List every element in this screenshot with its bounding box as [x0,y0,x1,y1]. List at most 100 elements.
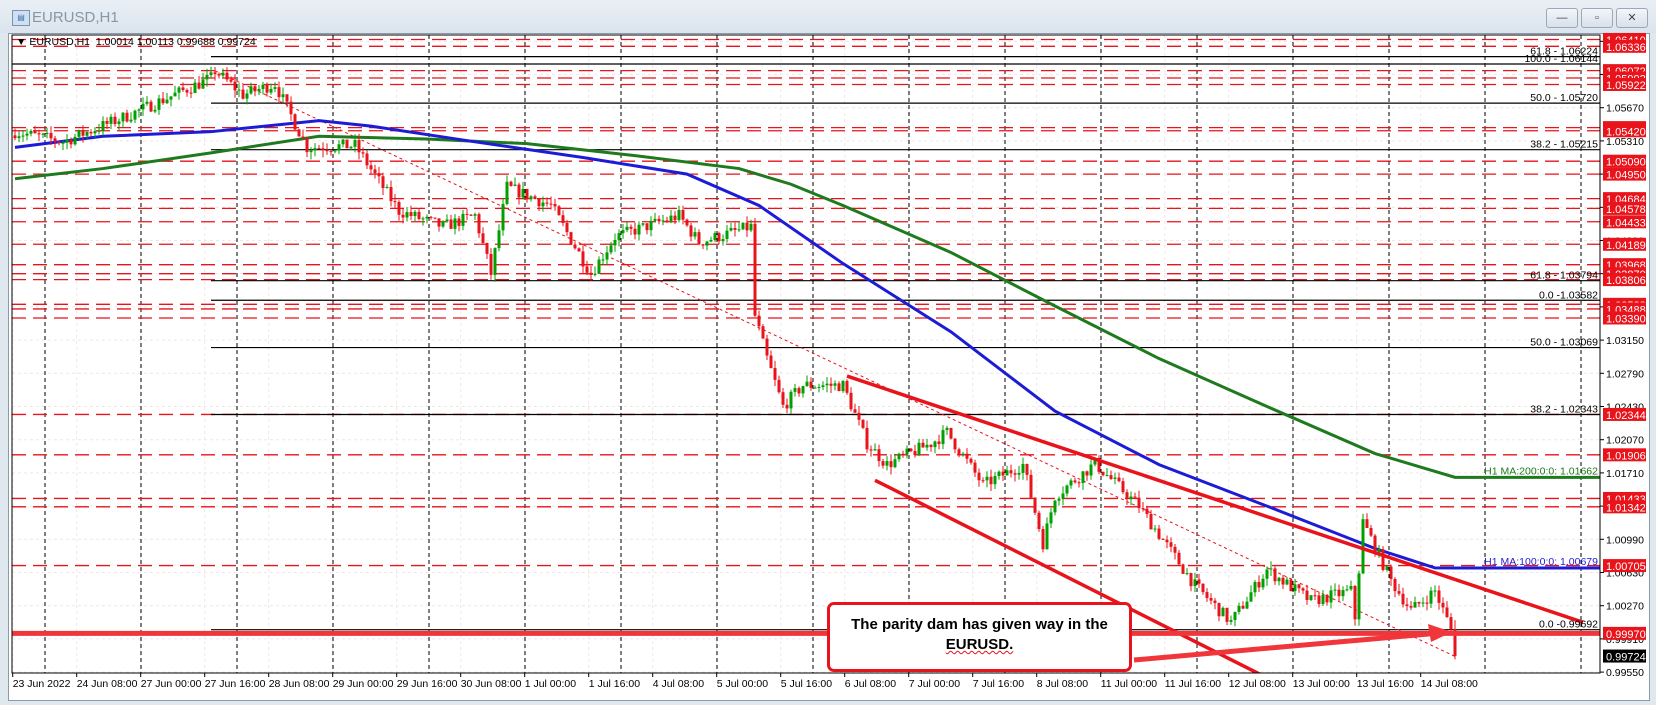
candle [333,149,337,154]
candle [1317,591,1321,608]
candle-body [1013,473,1017,475]
candle-body [81,130,85,136]
candle [377,166,381,184]
candle-body [1277,577,1281,582]
candle-body [893,459,897,468]
candle-body [405,212,409,218]
candle [381,172,385,196]
candle-body [869,449,873,451]
candle [761,323,765,339]
channel-upper-line [846,374,1584,624]
candle-body [717,233,721,242]
candle-body [449,219,453,229]
candle [1261,574,1265,591]
candle-body [13,135,17,139]
candle-body [245,93,249,99]
candle [1393,577,1397,598]
candle-body [305,138,309,153]
candle-body [997,471,1001,477]
candle-body [45,132,49,134]
candle [797,386,801,397]
candle [1077,480,1081,488]
candle-body [157,98,161,110]
candle-body [629,226,633,229]
candle [1049,508,1053,529]
candle [705,240,709,251]
collapse-arrow-icon[interactable]: ▼ [16,36,26,48]
candle [281,87,285,103]
candle [829,377,833,394]
candle-body [285,94,289,102]
level-price-label-text: 1.05420 [1606,126,1646,138]
candle [1045,517,1049,550]
candle-body [857,412,861,420]
candle [873,443,877,451]
candle-body [1365,519,1369,528]
candle-body [297,129,301,137]
candle [89,129,93,137]
candle-body [677,209,681,221]
candle-body [397,201,401,215]
candle-body [1125,492,1129,500]
price-tick-label: 1.02790 [1606,368,1644,380]
candle-body [785,404,789,409]
candle-body [185,89,189,93]
candle-body [801,386,805,394]
candle [273,82,277,93]
candle-body [425,216,429,219]
candle-body [37,133,41,135]
candle-body [685,219,689,226]
candle [1133,492,1137,498]
price-chart[interactable]: 61.8 - 1.06224100.0 - 1.0614450.0 - 1.05… [0,0,1656,705]
candle-body [669,215,673,222]
candle-body [1253,581,1257,593]
candle-body [1057,498,1061,501]
level-price-label: 1.05420 [1603,124,1646,138]
level-price-label: 1.02344 [1603,407,1646,422]
candle-body [485,242,489,254]
candle-body [1301,588,1305,591]
candle [605,246,609,266]
candle-body [505,181,509,204]
candle [1173,543,1177,560]
candle-body [1345,589,1349,591]
candle-body [537,198,541,207]
candle [1245,596,1249,610]
ma100-line [14,119,1600,570]
candle [145,96,149,106]
candle [1073,477,1077,484]
candle [965,448,969,464]
candle [865,420,869,453]
candle-body [1385,566,1389,570]
candle-body [429,216,433,218]
candle-body [1085,471,1089,476]
candle-body [217,74,221,76]
candle [1033,497,1037,516]
candle [565,220,569,236]
candle [109,113,113,130]
candle [985,471,989,488]
candle [913,444,917,458]
annotation-box[interactable]: The parity dam has given way in the EURU… [827,602,1132,672]
candle [1201,583,1205,595]
candle-body [253,86,257,92]
annotation-arrow-shaft [1133,630,1441,663]
candle-body [1053,500,1057,513]
time-tick-label: 11 Jul 00:00 [1101,678,1158,690]
candle-body [369,165,373,170]
candle [397,200,401,221]
candle [1241,601,1245,610]
candle-body [585,266,589,273]
candle [501,198,505,236]
candle-body [641,223,645,225]
candle-body [461,213,465,226]
level-price-label-text: 1.04433 [1606,217,1646,229]
candle [1157,524,1161,541]
candle-body [265,84,269,93]
candle-body [1297,584,1301,589]
candle [1229,615,1233,625]
candle-body [1073,480,1077,483]
candle-body [413,211,417,217]
time-tick-label: 13 Jul 00:00 [1293,678,1350,690]
candle [1009,464,1013,478]
